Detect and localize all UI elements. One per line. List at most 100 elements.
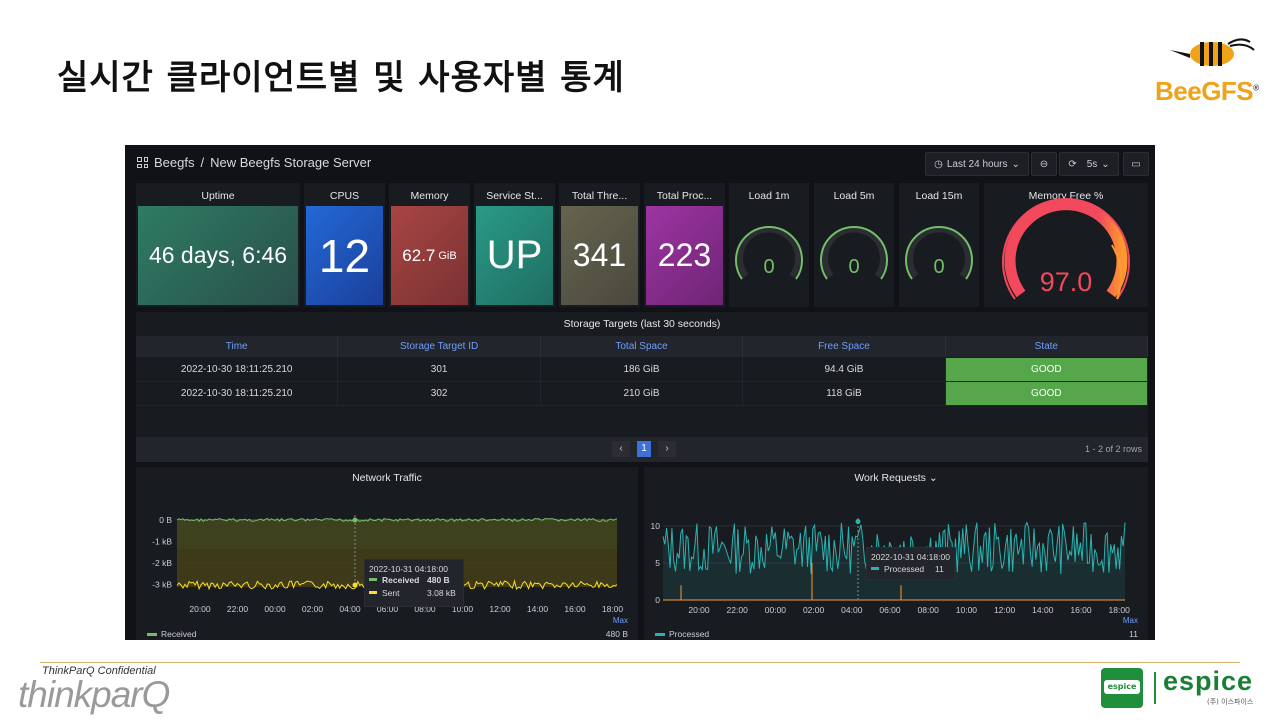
network-traffic-panel[interactable]: Network Traffic 0 B -1 kB -2 kB -3 kB 20:00 2…: [136, 467, 638, 640]
stat-value-box: 223: [646, 206, 723, 305]
chevron-down-icon: ⌄: [1101, 158, 1110, 170]
gauge-panel-load-15m[interactable]: Load 15m 0: [899, 183, 979, 307]
tooltip-value: 11: [935, 564, 944, 574]
chevron-down-icon: ⌄: [1011, 158, 1020, 170]
breadcrumb-root[interactable]: Beegfs: [154, 155, 194, 170]
legend-header: Max: [1122, 616, 1138, 625]
table-cell: 186 GiB: [541, 358, 744, 381]
legend-swatch: [147, 633, 157, 636]
y-tick-label: 0: [655, 595, 660, 605]
refresh-interval: 5s: [1086, 158, 1098, 170]
next-page-button[interactable]: ›: [658, 441, 676, 457]
y-tick-label: -2 kB: [152, 558, 172, 568]
column-header[interactable]: Total Space: [541, 336, 744, 357]
column-header[interactable]: Storage Target ID: [338, 336, 541, 357]
gauge-value: 0: [763, 256, 775, 278]
breadcrumb-page[interactable]: New Beegfs Storage Server: [210, 155, 371, 170]
state-cell: GOOD: [945, 382, 1149, 405]
x-tick-label: 08:00: [918, 605, 940, 615]
stat-panel-service-status[interactable]: Service St... UP: [474, 183, 555, 307]
tv-mode-button[interactable]: ▭: [1123, 152, 1149, 176]
x-tick-label: 20:00: [688, 605, 710, 615]
x-tick-label: 06:00: [879, 605, 901, 615]
zoom-out-button[interactable]: ⊖: [1031, 152, 1057, 176]
column-header[interactable]: State: [946, 336, 1149, 357]
stat-panel-total-threads[interactable]: Total Thre... 341: [559, 183, 640, 307]
stat-value-box: 341: [561, 206, 638, 305]
stat-value-box: 12: [306, 206, 383, 305]
x-tick-label: 18:00: [1109, 605, 1131, 615]
time-range-picker[interactable]: ◷ Last 24 hours ⌄: [925, 152, 1029, 176]
column-header[interactable]: Free Space: [743, 336, 946, 357]
tooltip-series: Processed: [884, 564, 925, 574]
footer-divider: [40, 662, 1240, 663]
x-tick-label: 22:00: [727, 605, 749, 615]
table-pagination: ‹ 1 › 1 - 2 of 2 rows: [136, 437, 1148, 462]
hover-point: [855, 519, 861, 525]
gauge-panel-load-1m[interactable]: Load 1m 0: [729, 183, 809, 307]
legend-value: 480 B: [605, 629, 628, 639]
stat-title: Total Proc...: [656, 190, 713, 202]
stat-panel-memory[interactable]: Memory 62.7 GiB: [389, 183, 470, 307]
legend-value: 11: [1129, 629, 1138, 639]
rows-count: 1 - 2 of 2 rows: [1084, 444, 1142, 454]
stat-value-box: 46 days, 6:46: [138, 206, 298, 305]
x-tick-label: 14:00: [1032, 605, 1054, 615]
legend-swatch: [655, 633, 665, 636]
stat-value: 223: [657, 237, 712, 273]
x-tick-label: 02:00: [803, 605, 825, 615]
stat-panel-uptime[interactable]: Uptime 46 days, 6:46: [136, 183, 300, 307]
tooltip-value: 3.08 kB: [427, 588, 456, 598]
x-tick-label: 04:00: [841, 605, 863, 615]
x-tick-label: 12:00: [489, 604, 511, 614]
refresh-picker[interactable]: ⟳ 5s ⌄: [1059, 152, 1119, 176]
stat-value: 341: [572, 237, 627, 273]
x-tick-label: 12:00: [994, 605, 1016, 615]
breadcrumb: Beegfs / New Beegfs Storage Server: [137, 155, 371, 170]
page-1-button[interactable]: 1: [637, 441, 651, 457]
x-tick-label: 10:00: [956, 605, 978, 615]
x-tick-label: 18:00: [602, 604, 624, 614]
column-header[interactable]: Time: [136, 336, 339, 357]
legend-swatch: [369, 578, 377, 581]
stat-title: Service St...: [486, 190, 543, 202]
prev-page-button[interactable]: ‹: [612, 441, 630, 457]
stat-value: 62.7: [402, 245, 436, 265]
legend-item-received[interactable]: Received: [161, 629, 196, 639]
beegfs-logo-text: BeeGFS®: [1155, 76, 1259, 106]
state-cell: GOOD: [945, 358, 1149, 381]
gauge-panel-memory-free[interactable]: Memory Free % 97.0: [984, 183, 1148, 307]
table-cell: 302: [338, 382, 541, 405]
x-tick-label: 00:00: [765, 605, 787, 615]
clock-icon: ◷: [934, 158, 943, 170]
stat-title: CPUS: [329, 190, 360, 202]
area-fill: [177, 519, 617, 549]
logo-separator: [1154, 672, 1156, 704]
table-cell: 2022-10-30 18:11:25.210: [136, 382, 339, 405]
espice-badge-icon: espice: [1101, 668, 1143, 708]
refresh-icon: ⟳: [1068, 158, 1077, 170]
table-row: 2022-10-30 18:11:25.210 301 186 GiB 94.4…: [136, 358, 1149, 382]
hover-point: [352, 517, 358, 523]
gauge-panel-load-5m[interactable]: Load 5m 0: [814, 183, 894, 307]
y-tick-label: 0 B: [159, 515, 172, 525]
table-cell: 94.4 GiB: [743, 358, 946, 381]
table-header: Time Storage Target ID Total Space Free …: [136, 336, 1149, 357]
gauge-arc: [820, 226, 888, 280]
work-requests-panel[interactable]: Work Requests ⌄ 10 5 0 20:00 22:00 00:00 02:00…: [644, 467, 1148, 640]
x-tick-label: 16:00: [1070, 605, 1092, 615]
stat-title: Total Thre...: [571, 190, 628, 202]
stat-panel-cpus[interactable]: CPUS 12: [304, 183, 385, 307]
espice-subtitle: (주) 이스파이스: [1207, 698, 1254, 706]
espice-logo: espice: [1163, 666, 1254, 696]
y-tick-label: 10: [651, 521, 661, 531]
gauge-arc: [735, 226, 803, 280]
y-tick-label: 5: [655, 558, 660, 568]
x-tick-label: 02:00: [302, 604, 324, 614]
legend-item-processed[interactable]: Processed: [669, 629, 709, 639]
y-tick-label: -3 kB: [152, 580, 172, 590]
stat-value: 46 days, 6:46: [148, 242, 288, 268]
stat-value-box: UP: [476, 206, 553, 305]
x-tick-label: 04:00: [339, 604, 361, 614]
stat-panel-total-processes[interactable]: Total Proc... 223: [644, 183, 725, 307]
